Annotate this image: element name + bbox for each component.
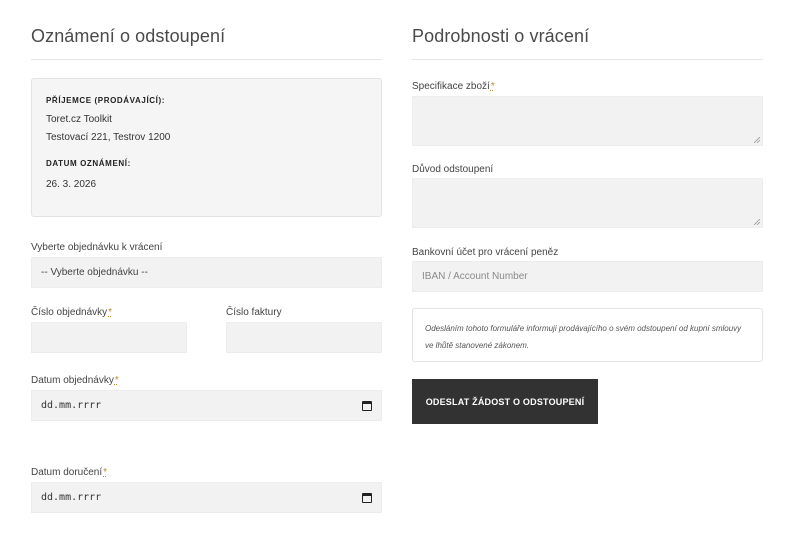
notice-date-heading: DATUM OZNÁMENÍ: (46, 159, 131, 168)
order-date-label-text: Datum objednávky (31, 375, 114, 386)
invoice-number-label: Číslo faktury (226, 307, 282, 318)
order-select-label: Vyberte objednávku k vrácení (31, 242, 163, 253)
recipient-heading: PŘÍJEMCE (PRODÁVAJÍCÍ): (46, 96, 165, 105)
delivery-date-value: dd.mm.rrrr (41, 492, 102, 503)
order-date-input[interactable]: dd.mm.rrrr (31, 390, 382, 421)
reason-label: Důvod odstoupení (412, 164, 494, 175)
recipient-name: Toret.cz Toolkit (46, 114, 112, 125)
order-date-value: dd.mm.rrrr (41, 400, 102, 411)
bank-account-placeholder: IBAN / Account Number (422, 271, 528, 282)
notice-date-value: 26. 3. 2026 (46, 179, 97, 190)
order-date-label: Datum objednávky* (31, 375, 119, 386)
reason-textarea[interactable] (412, 178, 763, 228)
order-select-value: -- Vyberte objednávku -- (41, 267, 148, 278)
delivery-date-input[interactable]: dd.mm.rrrr (31, 482, 382, 513)
order-number-input[interactable] (31, 322, 187, 353)
legal-notice: Odesláním tohoto formuláře informuji pro… (412, 308, 763, 362)
calendar-icon[interactable] (362, 400, 372, 411)
invoice-number-input[interactable] (226, 322, 382, 353)
resize-handle-icon[interactable] (754, 137, 760, 143)
recipient-info-box: PŘÍJEMCE (PRODÁVAJÍCÍ): Toret.cz Toolkit… (31, 78, 382, 217)
order-number-label-text: Číslo objednávky (31, 307, 108, 318)
submit-withdrawal-button[interactable]: ODESLAT ŽÁDOST O ODSTOUPENÍ (412, 379, 598, 424)
goods-spec-textarea[interactable] (412, 96, 763, 146)
resize-handle-icon[interactable] (754, 219, 760, 225)
goods-spec-label-text: Specifikace zboží (412, 81, 490, 92)
section-title-return: Podrobnosti o vrácení (412, 26, 590, 46)
bank-account-label: Bankovní účet pro vrácení peněz (412, 247, 559, 258)
calendar-icon[interactable] (362, 492, 372, 503)
goods-spec-label: Specifikace zboží* (412, 81, 495, 92)
required-mark: * (108, 307, 113, 318)
delivery-date-label-text: Datum doručení (31, 467, 103, 478)
section-title-notice: Oznámení o odstoupení (31, 26, 226, 46)
required-mark: * (114, 375, 119, 386)
delivery-date-label: Datum doručení* (31, 467, 107, 478)
required-mark: * (490, 81, 495, 92)
divider (31, 59, 382, 60)
bank-account-input[interactable]: IBAN / Account Number (412, 261, 763, 292)
divider (412, 59, 763, 60)
order-select[interactable]: -- Vyberte objednávku -- (31, 257, 382, 288)
order-number-label: Číslo objednávky* (31, 307, 112, 318)
recipient-address: Testovací 221, Testrov 1200 (46, 132, 171, 143)
required-mark: * (103, 467, 108, 478)
